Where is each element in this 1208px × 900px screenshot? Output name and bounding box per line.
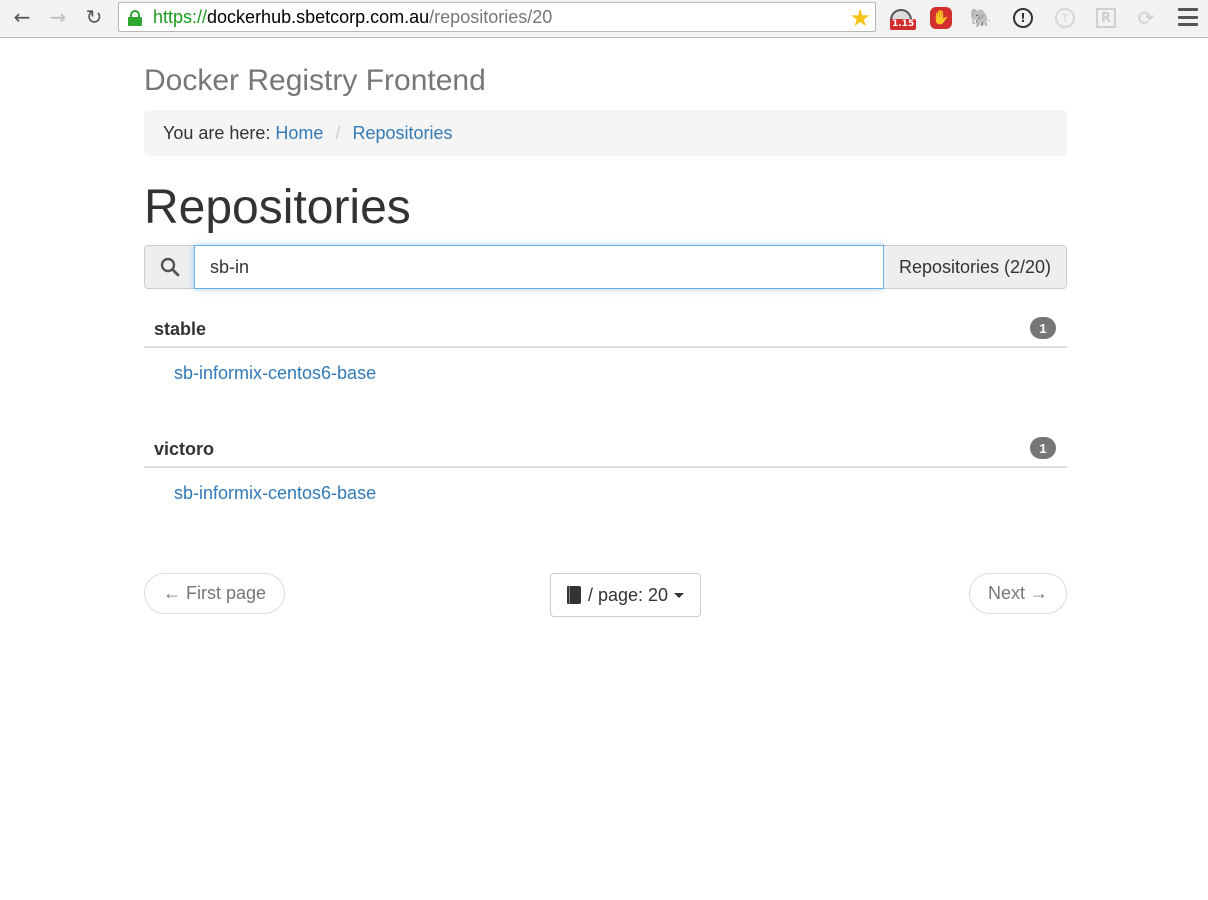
next-page-button[interactable]: Next → [968,573,1067,614]
back-arrow-icon[interactable]: ← [8,4,36,30]
page-title: Repositories [144,181,411,234]
breadcrumb-repositories-link[interactable]: Repositories [352,123,452,144]
breadcrumb-home-link[interactable]: Home [275,123,323,144]
forward-arrow-icon[interactable]: → [44,4,72,30]
url-scheme: https:// [153,7,208,27]
repo-group-stable: stable 1 sb-informix-centos6-base [144,310,1067,383]
group-header: stable 1 [144,310,1067,348]
bookmark-star-icon[interactable]: ★ [849,4,871,32]
adblock-extension-icon[interactable]: ✋ [928,5,954,31]
url-host: dockerhub.sbetcorp.com.au [207,7,430,27]
address-bar[interactable]: https://dockerhub.sbetcorp.com.au/reposi… [118,2,876,32]
app-title[interactable]: Docker Registry Frontend [144,64,486,98]
url-text[interactable]: https://dockerhub.sbetcorp.com.au/reposi… [153,7,552,28]
speed-badge: 1.15 [890,19,917,30]
lock-icon [128,10,142,26]
breadcrumb-prefix: You are here: [163,122,271,143]
search-group: Repositories (2/20) [144,245,1067,289]
evernote-extension-icon[interactable]: 🐘 [968,5,994,31]
page-size-label: / page: 20 [588,584,669,605]
breadcrumb: You are here: Home / Repositories [144,110,1067,156]
repository-link[interactable]: sb-informix-centos6-base [174,363,376,384]
count-badge: 1 [1030,437,1056,459]
reload-icon[interactable]: ↻ [80,4,108,30]
sync-extension-icon[interactable]: ⟳ [1133,5,1159,31]
caret-down-icon [674,592,685,598]
browser-menu-icon[interactable] [1178,8,1198,26]
translate-extension-icon[interactable]: T [1052,5,1078,31]
readability-extension-icon[interactable]: R [1093,5,1119,31]
repo-group-victoro: victoro 1 sb-informix-centos6-base [144,430,1067,503]
repository-link[interactable]: sb-informix-centos6-base [174,483,376,504]
browser-toolbar: ← → ↻ https://dockerhub.sbetcorp.com.au/… [0,0,1208,38]
breadcrumb-separator: / [335,122,341,143]
pager: ← First page / page: 20 Next → [144,573,1067,617]
book-icon [567,586,581,604]
url-path: /repositories/20 [429,7,553,27]
group-name: victoro [154,439,215,459]
group-header: victoro 1 [144,430,1067,468]
group-name: stable [154,319,207,339]
page-size-dropdown[interactable]: / page: 20 [550,573,702,617]
first-page-button[interactable]: ← First page [144,573,286,614]
speedtest-extension-icon[interactable]: 1.15 [888,5,917,31]
search-input[interactable] [194,245,884,289]
repository-count: Repositories (2/20) [884,245,1067,289]
count-badge: 1 [1030,317,1056,339]
password-manager-extension-icon[interactable]: ! [1010,5,1036,31]
search-icon [144,245,194,289]
